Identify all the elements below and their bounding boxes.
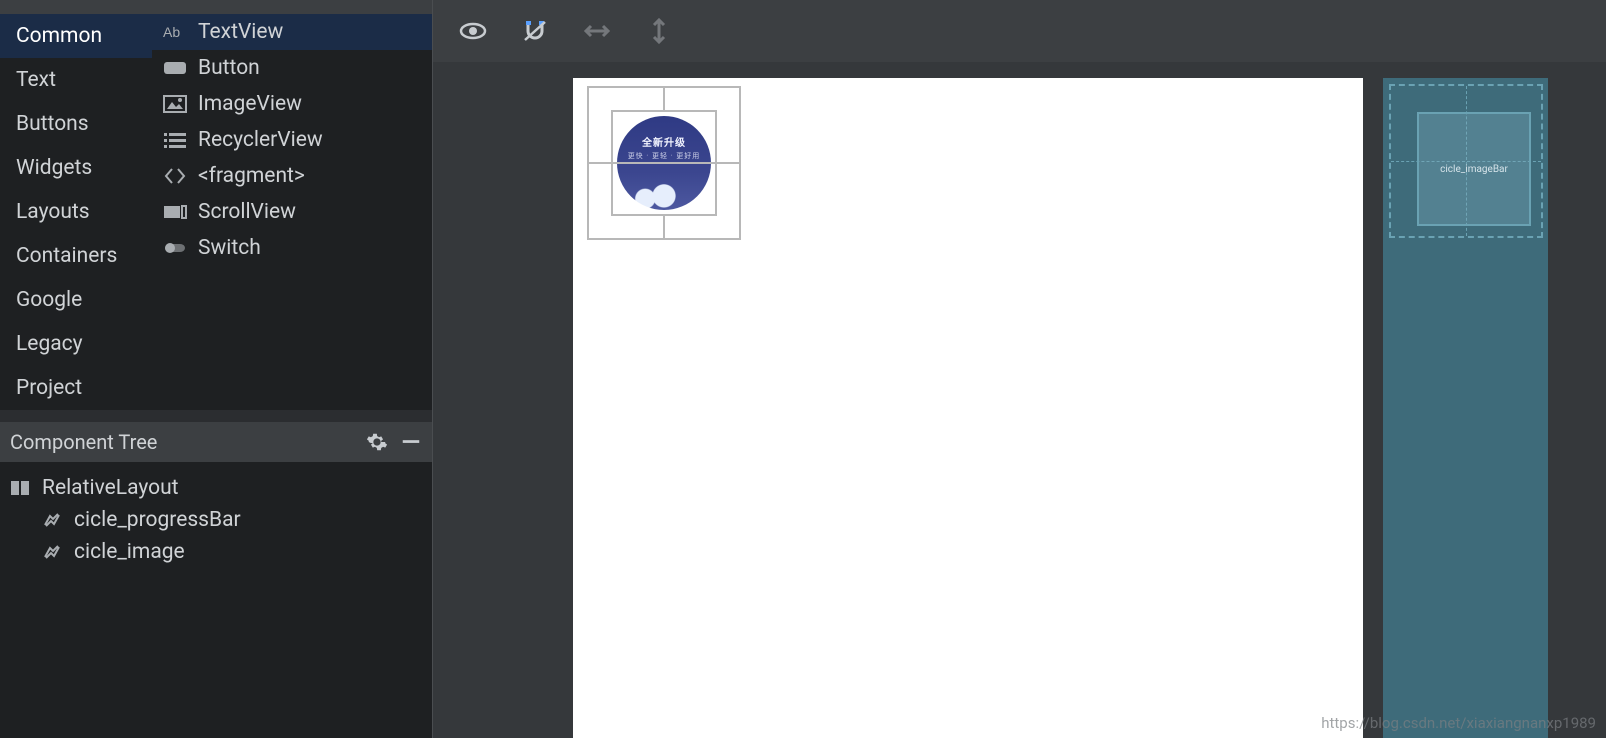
angles-icon: [162, 165, 188, 187]
canvas[interactable]: 全新升级 更快 · 更轻 · 更好用 cicle_imageBar https:…: [433, 62, 1606, 738]
text-ab-icon: Ab: [162, 21, 188, 43]
palette-cat-project[interactable]: Project: [0, 366, 152, 410]
tree-child-progressbar[interactable]: cicle_progressBar: [8, 504, 424, 536]
palette-widget-imageview[interactable]: ImageView: [152, 86, 432, 122]
design-surface[interactable]: 全新升级 更快 · 更轻 · 更好用: [573, 78, 1363, 738]
magnet-icon[interactable]: [521, 19, 549, 43]
tree-child-label: cicle_progressBar: [74, 508, 241, 532]
widget-label: ScrollView: [198, 200, 296, 224]
palette-cat-legacy[interactable]: Legacy: [0, 322, 152, 366]
selected-component-bounds[interactable]: 全新升级 更快 · 更轻 · 更好用: [587, 86, 741, 240]
custom-view-icon: [40, 510, 64, 530]
palette-widgets: Ab TextView Button ImageView RecyclerVie…: [152, 14, 432, 410]
palette-widget-scrollview[interactable]: ScrollView: [152, 194, 432, 230]
image-icon: [162, 93, 188, 115]
palette-cat-google[interactable]: Google: [0, 278, 152, 322]
blueprint-inner: cicle_imageBar: [1417, 112, 1531, 226]
blueprint-component-bounds[interactable]: cicle_imageBar: [1389, 84, 1543, 238]
design-toolbar: [433, 0, 1606, 62]
circle-image-preview: 全新升级 更快 · 更轻 · 更好用: [617, 116, 711, 210]
palette-cat-common[interactable]: Common: [0, 14, 152, 58]
minimize-icon[interactable]: [400, 431, 422, 453]
widget-label: Switch: [198, 236, 261, 260]
tree-child-image[interactable]: cicle_image: [8, 536, 424, 568]
button-icon: [162, 57, 188, 79]
left-panel: Common Text Buttons Widgets Layouts Cont…: [0, 0, 433, 738]
palette-widget-button[interactable]: Button: [152, 50, 432, 86]
tree-child-label: cicle_image: [74, 540, 185, 564]
widget-label: RecyclerView: [198, 128, 323, 152]
tree-root[interactable]: RelativeLayout: [8, 472, 424, 504]
vertical-resize-icon[interactable]: [645, 19, 673, 43]
blueprint-label: cicle_imageBar: [1440, 164, 1508, 175]
palette: Common Text Buttons Widgets Layouts Cont…: [0, 14, 432, 410]
design-area: 全新升级 更快 · 更轻 · 更好用 cicle_imageBar https:…: [433, 0, 1606, 738]
list-icon: [162, 129, 188, 151]
layout-icon: [8, 478, 32, 498]
palette-cat-buttons[interactable]: Buttons: [0, 102, 152, 146]
palette-cat-widgets[interactable]: Widgets: [0, 146, 152, 190]
horizontal-resize-icon[interactable]: [583, 19, 611, 43]
palette-widget-recyclerview[interactable]: RecyclerView: [152, 122, 432, 158]
gear-icon[interactable]: [366, 431, 388, 453]
palette-cat-text[interactable]: Text: [0, 58, 152, 102]
circle-image-sub: 更快 · 更轻 · 更好用: [628, 151, 701, 161]
switch-icon: [162, 237, 188, 259]
widget-label: Button: [198, 56, 260, 80]
palette-widget-textview[interactable]: Ab TextView: [152, 14, 432, 50]
palette-categories: Common Text Buttons Widgets Layouts Cont…: [0, 14, 152, 410]
palette-cat-containers[interactable]: Containers: [0, 234, 152, 278]
palette-widget-fragment[interactable]: <fragment>: [152, 158, 432, 194]
visibility-icon[interactable]: [459, 19, 487, 43]
component-tree-header: Component Tree: [0, 422, 432, 462]
component-tree: RelativeLayout cicle_progressBar cicle_i…: [0, 462, 432, 738]
widget-label: ImageView: [198, 92, 302, 116]
svg-text:Ab: Ab: [163, 24, 180, 40]
scroll-icon: [162, 201, 188, 223]
widget-label: TextView: [198, 20, 283, 44]
custom-view-icon: [40, 542, 64, 562]
tree-root-label: RelativeLayout: [42, 476, 179, 500]
blueprint-surface[interactable]: cicle_imageBar: [1383, 78, 1548, 738]
component-tree-title: Component Tree: [10, 430, 354, 454]
palette-cat-layouts[interactable]: Layouts: [0, 190, 152, 234]
widget-label: <fragment>: [198, 164, 305, 188]
circle-image-title: 全新升级: [642, 134, 686, 149]
palette-widget-switch[interactable]: Switch: [152, 230, 432, 266]
top-strip: [0, 0, 432, 14]
